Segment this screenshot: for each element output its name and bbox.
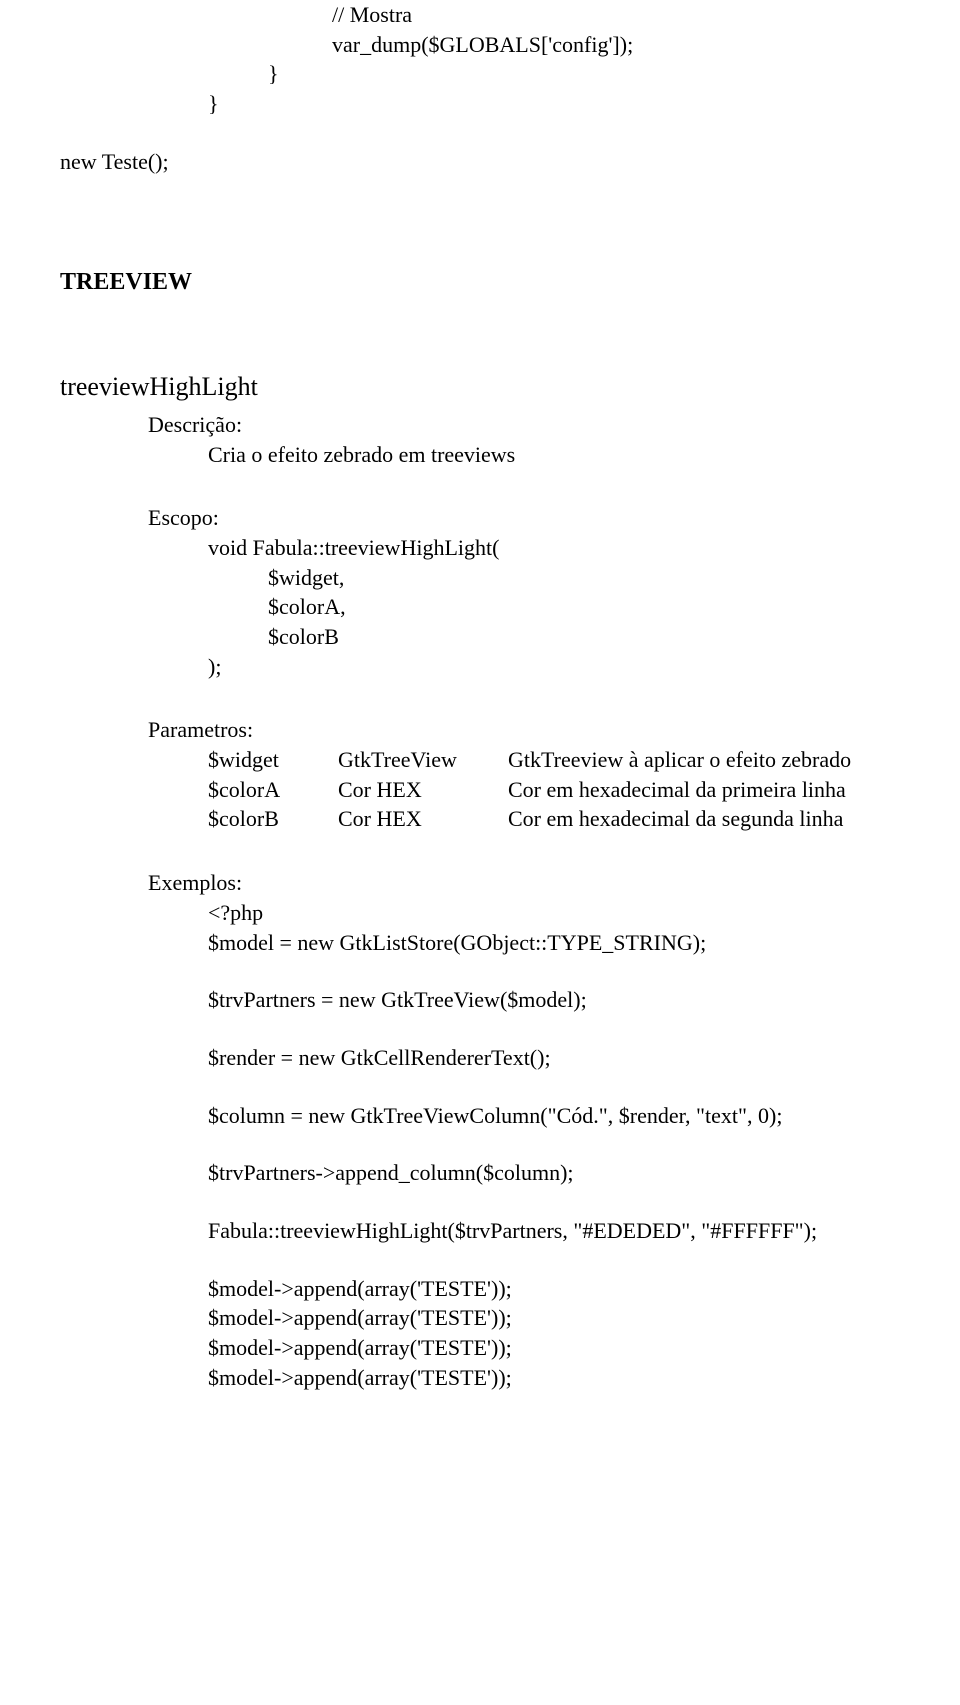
example-line: $model = new GtkListStore(GObject::TYPE_…: [60, 928, 900, 958]
scope-line: );: [60, 652, 900, 682]
code-line: new Teste();: [60, 147, 900, 177]
param-type: Cor HEX: [338, 804, 508, 834]
table-row: $widget GtkTreeView GtkTreeview à aplica…: [208, 745, 861, 775]
example-line: $column = new GtkTreeViewColumn("Cód.", …: [60, 1101, 900, 1131]
example-line: $model->append(array('TESTE'));: [60, 1274, 900, 1304]
example-line: $trvPartners->append_column($column);: [60, 1158, 900, 1188]
scope-label: Escopo:: [60, 503, 900, 533]
param-name: $widget: [208, 745, 338, 775]
example-line: <?php: [60, 898, 900, 928]
example-line: $model->append(array('TESTE'));: [60, 1303, 900, 1333]
scope-line: $widget,: [60, 563, 900, 593]
example-line: $trvPartners = new GtkTreeView($model);: [60, 985, 900, 1015]
example-line: $model->append(array('TESTE'));: [60, 1363, 900, 1393]
code-line: var_dump($GLOBALS['config']);: [60, 30, 900, 60]
example-line: $model->append(array('TESTE'));: [60, 1333, 900, 1363]
code-line: }: [60, 89, 900, 119]
scope-line: $colorB: [60, 622, 900, 652]
param-desc: Cor em hexadecimal da primeira linha: [508, 775, 861, 805]
table-row: $colorB Cor HEX Cor em hexadecimal da se…: [208, 804, 861, 834]
document-page: // Mostra var_dump($GLOBALS['config']); …: [0, 0, 960, 1705]
param-type: Cor HEX: [338, 775, 508, 805]
examples-label: Exemplos:: [60, 868, 900, 898]
description-label: Descrição:: [60, 410, 900, 440]
parameters-label: Parametros:: [60, 715, 900, 745]
table-row: $colorA Cor HEX Cor em hexadecimal da pr…: [208, 775, 861, 805]
section-heading-treeview: TREEVIEW: [60, 266, 900, 298]
example-line: $render = new GtkCellRendererText();: [60, 1043, 900, 1073]
scope-line: void Fabula::treeviewHighLight(: [60, 533, 900, 563]
code-line: // Mostra: [60, 0, 900, 30]
function-name: treeviewHighLight: [60, 369, 900, 404]
scope-line: $colorA,: [60, 592, 900, 622]
example-line: Fabula::treeviewHighLight($trvPartners, …: [60, 1216, 900, 1246]
param-type: GtkTreeView: [338, 745, 508, 775]
param-desc: GtkTreeview à aplicar o efeito zebrado: [508, 745, 861, 775]
code-line: }: [60, 59, 900, 89]
parameters-table: $widget GtkTreeView GtkTreeview à aplica…: [208, 745, 861, 834]
description-text: Cria o efeito zebrado em treeviews: [60, 440, 900, 470]
param-name: $colorA: [208, 775, 338, 805]
param-name: $colorB: [208, 804, 338, 834]
param-desc: Cor em hexadecimal da segunda linha: [508, 804, 861, 834]
